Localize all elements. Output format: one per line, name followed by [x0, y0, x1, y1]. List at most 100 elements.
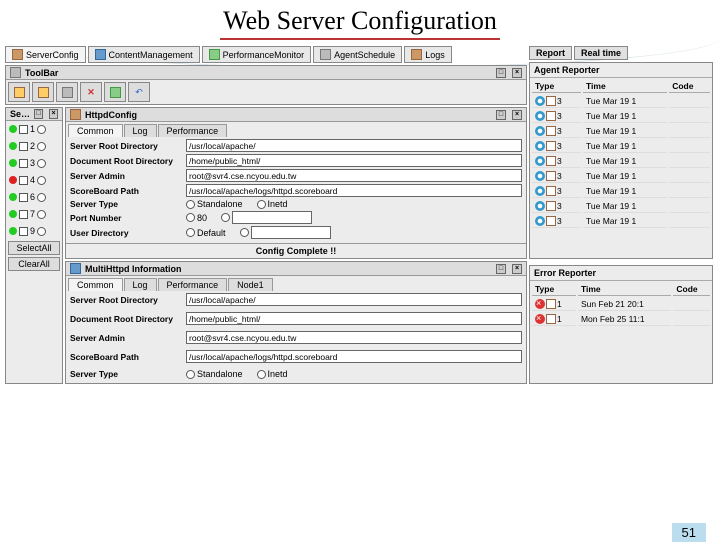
tab-report[interactable]: Report [529, 46, 572, 60]
m-input-server-admin[interactable] [186, 331, 522, 344]
select-all-button[interactable]: SelectAll [8, 241, 60, 255]
tab-contentmanagement[interactable]: ContentManagement [88, 46, 200, 63]
tab-logs[interactable]: Logs [404, 46, 452, 63]
m-input-scoreboard[interactable] [186, 350, 522, 363]
tab-serverconfig[interactable]: ServerConfig [5, 46, 86, 63]
find-button[interactable] [8, 82, 30, 102]
radio[interactable] [37, 142, 46, 151]
radio[interactable] [37, 193, 46, 202]
m-label-server-admin: Server Admin [70, 333, 182, 343]
refresh-button[interactable] [104, 82, 126, 102]
tab-agentschedule[interactable]: AgentSchedule [313, 46, 402, 63]
selection-item-4[interactable]: 4 [9, 175, 59, 185]
error-col-code: Code [673, 283, 710, 296]
title-underline [220, 38, 500, 40]
agent-row[interactable]: 3Tue Mar 19 1 [532, 95, 710, 108]
multi-icon [70, 263, 81, 274]
error-row[interactable]: 1Sun Feb 21 20:1 [532, 298, 710, 311]
checkbox[interactable] [19, 159, 28, 168]
selection-close-icon[interactable]: × [49, 109, 58, 119]
httpd-tab-common[interactable]: Common [68, 124, 123, 137]
multi-tab-performance[interactable]: Performance [158, 278, 228, 291]
agent-row[interactable]: 3Tue Mar 19 1 [532, 155, 710, 168]
agent-row[interactable]: 3Tue Mar 19 1 [532, 170, 710, 183]
agent-reporter-title: Agent Reporter [530, 63, 712, 78]
multi-tab-common[interactable]: Common [68, 278, 123, 291]
radio-inetd[interactable] [257, 200, 266, 209]
selection-item-1[interactable]: 1 [9, 124, 59, 134]
httpd-title: HttpdConfig [85, 110, 137, 120]
radio-port-custom[interactable] [221, 213, 230, 222]
agent-row[interactable]: 3Tue Mar 19 1 [532, 140, 710, 153]
m-radio-inetd[interactable] [257, 370, 266, 379]
toolbar-title: ToolBar [25, 68, 58, 78]
multi-tab-log[interactable]: Log [124, 278, 157, 291]
multi-tab-node1[interactable]: Node1 [228, 278, 273, 291]
delete-button[interactable]: ✕ [80, 82, 102, 102]
multi-max-icon[interactable]: □ [496, 264, 506, 274]
m-input-server-root[interactable] [186, 293, 522, 306]
checkbox[interactable] [19, 227, 28, 236]
undo-button[interactable]: ↶ [128, 82, 150, 102]
input-udir-custom[interactable] [251, 226, 331, 239]
clear-all-button[interactable]: ClearAll [8, 257, 60, 271]
checkbox[interactable] [19, 193, 28, 202]
toolbar-close-icon[interactable]: × [512, 68, 522, 78]
doc-icon [546, 186, 556, 196]
httpd-tab-log[interactable]: Log [124, 124, 157, 137]
checkbox[interactable] [19, 125, 28, 134]
multi-title: MultiHttpd Information [85, 264, 181, 274]
error-icon [535, 314, 545, 324]
selection-item-7[interactable]: 7 [9, 209, 59, 219]
checkbox[interactable] [19, 210, 28, 219]
selection-item-3[interactable]: 3 [9, 158, 59, 168]
error-icon [535, 299, 545, 309]
radio[interactable] [37, 159, 46, 168]
status-dot [9, 227, 17, 235]
radio-standalone[interactable] [186, 200, 195, 209]
agent-row[interactable]: 3Tue Mar 19 1 [532, 200, 710, 213]
find-next-button[interactable] [32, 82, 54, 102]
checkbox[interactable] [19, 142, 28, 151]
input-server-root[interactable] [186, 139, 522, 152]
selection-item-9[interactable]: 9 [9, 226, 59, 236]
status-dot [9, 193, 17, 201]
multi-panel: MultiHttpd Information □ × Common Log Perf… [65, 261, 527, 384]
toolbar-max-icon[interactable]: □ [496, 68, 506, 78]
tab-performancemonitor[interactable]: PerformanceMonitor [202, 46, 312, 63]
agent-row[interactable]: 3Tue Mar 19 1 [532, 125, 710, 138]
radio[interactable] [37, 227, 46, 236]
m-label-server-type: Server Type [70, 369, 182, 379]
agent-row[interactable]: 3Tue Mar 19 1 [532, 185, 710, 198]
radio-udir-custom[interactable] [240, 228, 249, 237]
input-port-custom[interactable] [232, 211, 312, 224]
m-radio-standalone[interactable] [186, 370, 195, 379]
selection-item-2[interactable]: 2 [9, 141, 59, 151]
m-input-doc-root[interactable] [186, 312, 522, 325]
httpd-close-icon[interactable]: × [512, 110, 522, 120]
doc-icon [546, 216, 556, 226]
multi-close-icon[interactable]: × [512, 264, 522, 274]
input-doc-root[interactable] [186, 154, 522, 167]
selection-max-icon[interactable]: □ [34, 109, 43, 119]
httpd-max-icon[interactable]: □ [496, 110, 506, 120]
stop-button[interactable] [56, 82, 78, 102]
doc-icon [546, 111, 556, 121]
checkbox[interactable] [19, 176, 28, 185]
info-icon [535, 186, 545, 196]
radio-port-80[interactable] [186, 213, 195, 222]
input-scoreboard[interactable] [186, 184, 522, 197]
httpd-tab-performance[interactable]: Performance [158, 124, 228, 137]
radio-udir-default[interactable] [186, 228, 195, 237]
radio[interactable] [37, 125, 46, 134]
agent-row[interactable]: 3Tue Mar 19 1 [532, 215, 710, 228]
agent-row[interactable]: 3Tue Mar 19 1 [532, 110, 710, 123]
input-server-admin[interactable] [186, 169, 522, 182]
radio[interactable] [37, 210, 46, 219]
selection-item-6[interactable]: 6 [9, 192, 59, 202]
radio[interactable] [37, 176, 46, 185]
doc-icon [546, 126, 556, 136]
status-dot [9, 142, 17, 150]
tab-realtime[interactable]: Real time [574, 46, 628, 60]
error-row[interactable]: 1Mon Feb 25 11:1 [532, 313, 710, 326]
